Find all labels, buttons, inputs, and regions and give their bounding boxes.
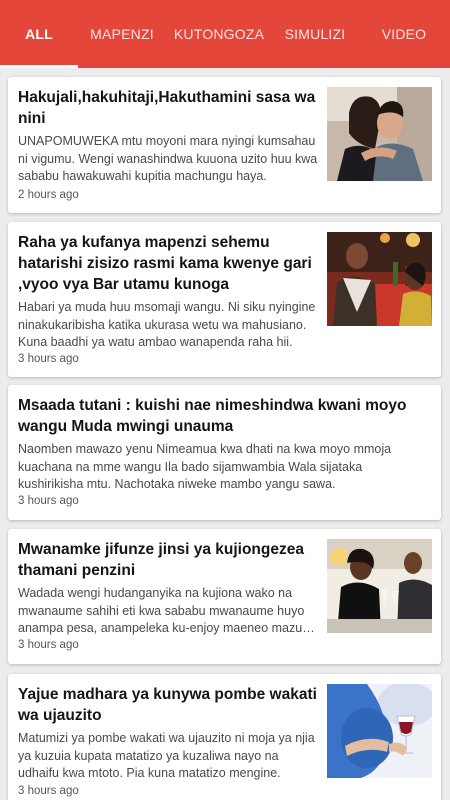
pregnant-wine-image — [327, 684, 432, 778]
article-time: 3 hours ago — [18, 495, 79, 507]
tab-label: KUTONGOZA — [173, 26, 265, 42]
article-thumbnail — [327, 232, 432, 326]
couple-dinner-image — [327, 232, 432, 326]
couple-embrace-image — [327, 87, 432, 181]
article-title: Mwanamke jifunze jinsi ya kujiongezea th… — [18, 541, 304, 579]
couple-toast-image — [327, 539, 432, 633]
article-time: 3 hours ago — [18, 639, 79, 651]
article-excerpt: Matumizi ya pombe wakati wa ujauzito ni … — [18, 731, 315, 780]
article-thumbnail — [327, 87, 432, 181]
article-thumbnail — [327, 539, 432, 633]
tab-label: ALL — [25, 26, 53, 42]
article-excerpt: UNAPOMUWEKA mtu moyoni mara nyingi kumsa… — [18, 134, 318, 183]
article-card[interactable]: Hakujali,hakuhitaji,Hakuthamini sasa wa … — [8, 77, 441, 213]
article-thumbnail — [327, 684, 432, 778]
article-time: 3 hours ago — [18, 353, 79, 365]
article-card[interactable]: Msaada tutani : kuishi nae nimeshindwa k… — [8, 385, 441, 520]
tab-label: VIDEO — [381, 26, 427, 42]
article-time: 3 hours ago — [18, 785, 79, 797]
article-card[interactable]: Mwanamke jifunze jinsi ya kujiongezea th… — [8, 529, 441, 664]
article-feed[interactable]: Hakujali,hakuhitaji,Hakuthamini sasa wa … — [0, 68, 450, 800]
tab-simulizi[interactable]: SIMULIZI — [272, 0, 358, 68]
tab-kutongoza[interactable]: KUTONGOZA — [166, 0, 272, 68]
tab-all[interactable]: ALL — [0, 0, 78, 68]
tab-label: MAPENZI — [90, 26, 154, 42]
article-excerpt: Habari ya muda huu msomaji wangu. Ni sik… — [18, 300, 316, 349]
article-title: Hakujali,hakuhitaji,Hakuthamini sasa wa … — [18, 89, 316, 127]
category-tab-bar: ALL MAPENZI KUTONGOZA SIMULIZI VIDEO — [0, 0, 450, 68]
article-title: Raha ya kufanya mapenzi sehemu hatarishi… — [18, 234, 312, 293]
article-title: Msaada tutani : kuishi nae nimeshindwa k… — [18, 397, 407, 435]
article-card[interactable]: Yajue madhara ya kunywa pombe wakati wa … — [8, 674, 441, 800]
article-excerpt: Naomben mawazo yenu Nimeamua kwa dhati n… — [18, 442, 392, 491]
tab-mapenzi[interactable]: MAPENZI — [78, 0, 166, 68]
article-title: Yajue madhara ya kunywa pombe wakati wa … — [18, 686, 317, 724]
tab-label: SIMULIZI — [284, 26, 346, 42]
article-card[interactable]: Raha ya kufanya mapenzi sehemu hatarishi… — [8, 222, 441, 377]
article-time: 2 hours ago — [18, 189, 79, 201]
tab-video[interactable]: VIDEO — [358, 0, 450, 68]
article-excerpt: Wadada wengi hudanganyika na kujiona wak… — [18, 586, 310, 635]
